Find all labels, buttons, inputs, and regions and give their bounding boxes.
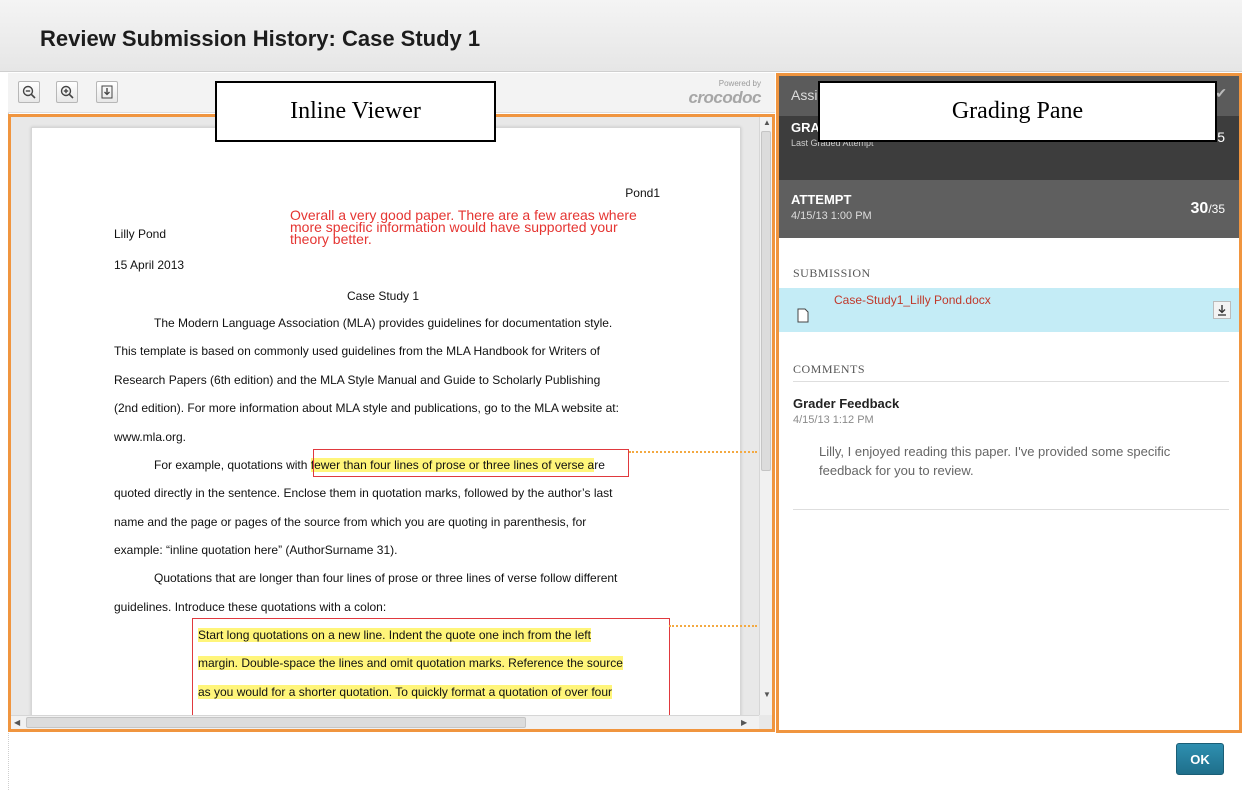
download-icon [1218,304,1226,316]
annotation-connector [669,625,757,627]
scroll-up-icon[interactable]: ▲ [763,118,771,127]
grade-label: GRA [791,120,820,135]
download-button[interactable] [96,81,118,103]
vertical-scrollbar[interactable]: ▲ ▼ [759,117,772,715]
paragraph-line: Quotations that are longer than four lin… [154,571,618,585]
grading-pane-callout: Grading Pane [818,81,1217,142]
page-header: Pond1 [625,186,660,200]
submission-file-row[interactable]: Case-Study1_Lilly Pond.docx [779,288,1239,332]
paragraph-line: The Modern Language Association (MLA) pr… [154,316,613,330]
zoom-in-button[interactable] [56,81,78,103]
pane-top-label: Assi [791,87,818,103]
paragraph-line: name and the page or pages of the source… [114,515,587,529]
scroll-left-icon[interactable]: ◀ [14,718,20,727]
horizontal-scrollbar[interactable]: ◀ ▶ [11,715,759,729]
vertical-scroll-thumb[interactable] [761,131,771,471]
attempt-label: ATTEMPT [791,192,852,207]
attempt-row[interactable]: ATTEMPT 4/15/13 1:00 PM 30/35 [779,180,1239,238]
document-page: Pond1 Overall a very good paper. There a… [31,127,741,727]
feedback-date: 4/15/13 1:12 PM [793,414,874,426]
inline-viewer[interactable]: Pond1 Overall a very good paper. There a… [8,114,775,732]
check-icon[interactable]: ✔ [1215,85,1227,102]
zoom-out-icon [22,85,36,99]
dialog-header: Review Submission History: Case Study 1 [0,0,1242,72]
scroll-down-icon[interactable]: ▼ [763,690,771,699]
author-name: Lilly Pond [114,227,167,241]
comments-label: COMMENTS [793,362,866,376]
grading-pane: Assi ✔ GRA Last Graded Attempt 5 ATTEMPT… [776,73,1242,733]
block-quote-line: margin. Double-space the lines and omit … [198,656,623,670]
zoom-out-button[interactable] [18,81,40,103]
document-title: Case Study 1 [347,289,420,303]
attempt-score: 30/35 [1190,200,1225,217]
feedback-title: Grader Feedback [793,396,900,411]
paragraph-line: Research Papers (6th edition) and the ML… [114,373,601,387]
block-quote-line: Start long quotations on a new line. Ind… [198,628,591,642]
feedback-text: Lilly, I enjoyed reading this paper. I'v… [819,444,1171,478]
inline-viewer-callout: Inline Viewer [215,81,496,142]
zoom-in-icon [60,85,74,99]
scroll-right-icon[interactable]: ▶ [741,718,747,727]
paragraph-line: quoted directly in the sentence. Enclose… [114,486,613,500]
submission-label: SUBMISSION [793,266,871,280]
paragraph-line: (2nd edition). For more information abou… [114,401,619,415]
annotation-box[interactable] [313,449,629,477]
submission-file-link[interactable]: Case-Study1_Lilly Pond.docx [834,293,991,307]
dialog-title: Review Submission History: Case Study 1 [40,26,481,51]
paragraph-line: www.mla.org. [114,430,187,444]
grade-score: 5 [1217,129,1225,145]
ok-button[interactable]: OK [1176,743,1224,775]
document-icon [797,308,809,323]
download-icon [101,85,113,99]
horizontal-scroll-thumb[interactable] [26,717,526,728]
file-download-button[interactable] [1213,301,1231,319]
annotation-comment[interactable]: Overall a very good paper. There are a f… [290,208,637,246]
document-date: 15 April 2013 [114,258,185,272]
paragraph-line: example: “inline quotation here” (Author… [114,543,398,557]
annotation-connector [629,451,757,453]
feedback-divider [793,509,1229,510]
comments-divider [793,381,1229,382]
attempt-date: 4/15/13 1:00 PM [791,210,872,222]
paragraph-line: guidelines. Introduce these quotations w… [114,600,387,614]
paragraph-line: This template is based on commonly used … [114,344,601,358]
crocodoc-logo: Powered by crocodoc [688,79,761,107]
block-quote-line: as you would for a shorter quotation. To… [198,685,613,699]
